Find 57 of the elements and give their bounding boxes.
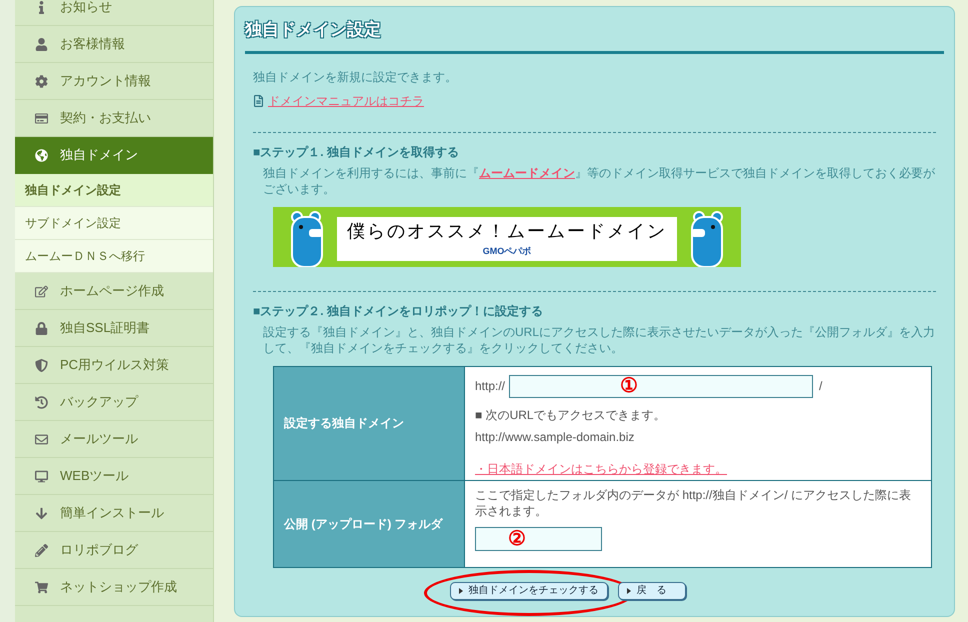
step-heading: ■ステップ１. 独自ドメインを取得する bbox=[253, 144, 460, 160]
menu-icon bbox=[35, 112, 48, 124]
menu-icon bbox=[35, 580, 48, 594]
sidebar-item[interactable]: 独自SSL証明書 bbox=[15, 310, 213, 347]
triangle-icon bbox=[626, 588, 630, 594]
step-description: 設定する『独自ドメイン』と、独自ドメインのURLにアクセスした際に表示させたいデータが入った『公開フォルダ』を入力して、『独自ドメインをチェックする』をクリックしてください。 bbox=[262, 324, 936, 356]
manual-link[interactable]: ドメインマニュアルはコチラ bbox=[268, 92, 424, 110]
menu-icon bbox=[35, 358, 48, 372]
sidebar-item[interactable]: WEBツール bbox=[15, 458, 213, 495]
sidebar-item[interactable]: PC用ウイルス対策 bbox=[15, 347, 213, 384]
table-header-cell: 公開 (アップロード) フォルダ bbox=[274, 480, 465, 566]
domain-input[interactable]: ① bbox=[509, 374, 814, 398]
japanese-domain-link[interactable]: ・日本語ドメインはこちらから登録できます。 bbox=[475, 460, 727, 478]
menu-icon bbox=[35, 506, 48, 520]
sidebar-item[interactable]: バックアップ bbox=[15, 384, 213, 421]
example-url: http://www.sample-domain.biz bbox=[475, 428, 636, 446]
intro-text: 独自ドメインを新規に設定できます。 bbox=[253, 68, 458, 86]
alternate-url-note: ■ 次のURLでもアクセスできます。 bbox=[475, 406, 667, 424]
url-prefix: http:// bbox=[475, 378, 506, 395]
sidebar-item[interactable]: ホームページ作成 bbox=[15, 273, 213, 310]
menu-icon bbox=[35, 322, 48, 334]
banner-brand: GMOペパボ bbox=[482, 245, 532, 258]
sidebar-item[interactable]: アカウント情報 bbox=[15, 63, 213, 100]
sidebar-item[interactable]: ネットショップ作成 bbox=[15, 569, 213, 606]
muumuu-link[interactable]: ムームードメイン bbox=[479, 166, 575, 180]
step-heading: ■ステップ２. 独自ドメインをロリポップ！に設定する bbox=[253, 302, 544, 320]
sidebar-item[interactable]: お客様情報 bbox=[15, 26, 213, 63]
form-button[interactable]: 戻 る bbox=[618, 582, 686, 600]
menu-icon bbox=[35, 148, 48, 162]
folder-description: ここで指定したフォルダ内のデータが http://独自ドメイン/ にアクセスした際に表示されます。 bbox=[475, 486, 912, 518]
submenu-item[interactable]: 独自ドメイン設定 bbox=[15, 174, 213, 207]
sidebar-item[interactable]: 独自ドメイン bbox=[15, 137, 213, 174]
banner-headline: 僕らのオススメ！ムームードメイン bbox=[347, 220, 667, 244]
url-suffix: / bbox=[819, 378, 822, 395]
sidebar-item[interactable]: メールツール bbox=[15, 421, 213, 458]
ad-banner[interactable]: 僕らのオススメ！ムームードメイン GMOペパボ bbox=[273, 206, 741, 266]
triangle-icon bbox=[458, 588, 462, 594]
form-button[interactable]: 独自ドメインをチェックする bbox=[450, 582, 608, 600]
menu-icon bbox=[35, 544, 48, 556]
menu-icon bbox=[35, 470, 48, 482]
step-description: 独自ドメインを利用するには、事前に『ムームードメイン』等のドメイン取得サービスで独自ドメインを取得しておく必要がございます。 bbox=[262, 164, 936, 196]
sidebar-item[interactable]: お知らせ bbox=[15, 0, 213, 26]
sidebar-item[interactable]: 簡単インストール bbox=[15, 495, 213, 532]
folder-input[interactable]: ② bbox=[475, 526, 602, 550]
menu-icon bbox=[35, 38, 48, 50]
sidebar-item[interactable]: ロリポブログ bbox=[15, 532, 213, 569]
submenu-item[interactable]: サブドメイン設定 bbox=[15, 207, 213, 240]
annotation-marker: ① bbox=[620, 376, 638, 396]
table-header-cell: 設定する独自ドメイン bbox=[274, 366, 465, 480]
menu-icon bbox=[35, 396, 48, 408]
menu-icon bbox=[35, 74, 48, 88]
annotation-marker: ② bbox=[508, 528, 526, 548]
document-icon bbox=[253, 94, 264, 106]
submenu-item[interactable]: ムームーＤＮＳへ移行 bbox=[15, 240, 213, 273]
menu-icon bbox=[35, 284, 48, 298]
panel-title: 独自ドメイン設定 bbox=[245, 20, 381, 39]
menu-icon bbox=[35, 432, 48, 446]
